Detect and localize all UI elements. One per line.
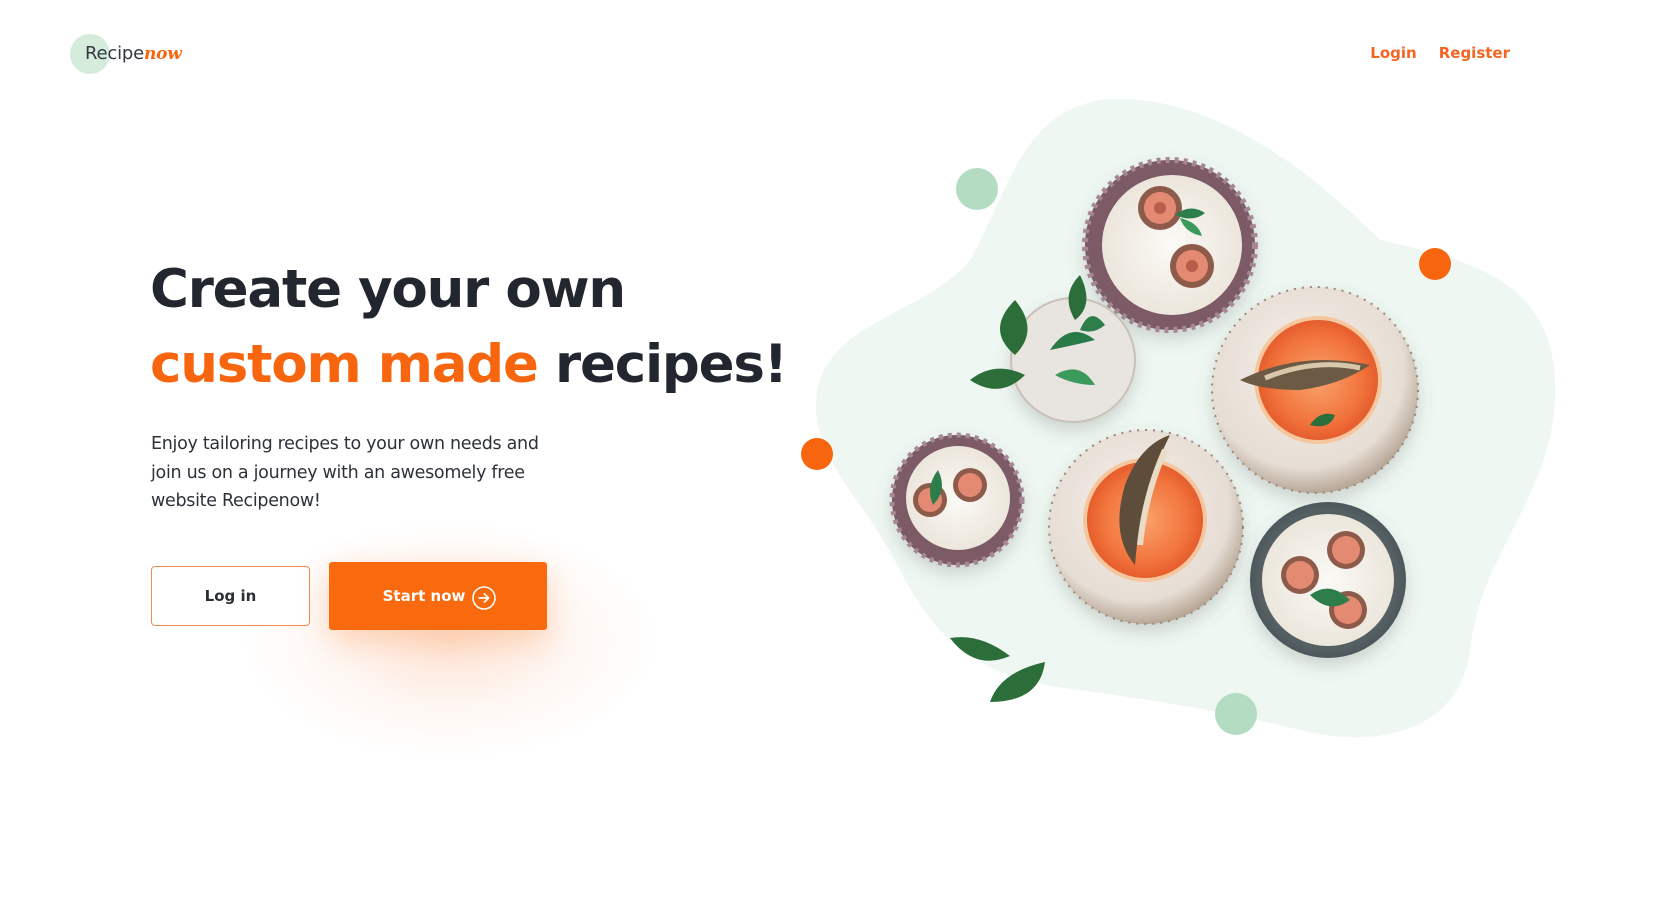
login-button-label: Log in xyxy=(204,587,257,605)
hero-title-rest: recipes! xyxy=(537,334,788,395)
hero-title: Create your own custom made recipes! xyxy=(150,252,788,402)
landing-page: Recipenow Login Register Create your own… xyxy=(0,0,1660,904)
hero-title-line1: Create your own xyxy=(150,259,626,320)
grapefruit-fish-plate-icon xyxy=(1048,429,1244,625)
login-button[interactable]: Log in xyxy=(151,566,310,626)
grapefruit-fish-plate-icon xyxy=(1211,286,1419,494)
start-now-button[interactable]: Start now xyxy=(329,562,547,630)
top-nav: Login Register xyxy=(1370,44,1510,62)
fig-yogurt-bowl-icon xyxy=(1082,157,1258,333)
arrow-right-circle-icon xyxy=(471,585,497,610)
fig-yogurt-bowl-icon xyxy=(889,432,1025,568)
orange-dot-right xyxy=(1419,248,1451,280)
start-now-button-label: Start now xyxy=(382,587,466,605)
hero-title-accent: custom made xyxy=(150,334,539,395)
hero-description: Enjoy tailoring recipes to your own need… xyxy=(151,434,539,511)
green-dot-top xyxy=(956,168,998,210)
logo-name: Recipe xyxy=(85,43,144,64)
logo-name-accent: now xyxy=(143,44,182,64)
food-illustration xyxy=(780,90,1660,790)
herb-plate-icon xyxy=(1010,297,1136,423)
button-glow xyxy=(240,520,660,760)
green-dot-bottom xyxy=(1215,693,1257,735)
orange-dot-left xyxy=(801,438,833,470)
nav-login-link[interactable]: Login xyxy=(1370,44,1416,62)
logo-text: Recipenow xyxy=(85,43,182,64)
nav-register-link[interactable]: Register xyxy=(1439,44,1510,62)
logo[interactable]: Recipenow xyxy=(70,34,230,74)
fig-yogurt-bowl-icon xyxy=(1250,502,1406,658)
